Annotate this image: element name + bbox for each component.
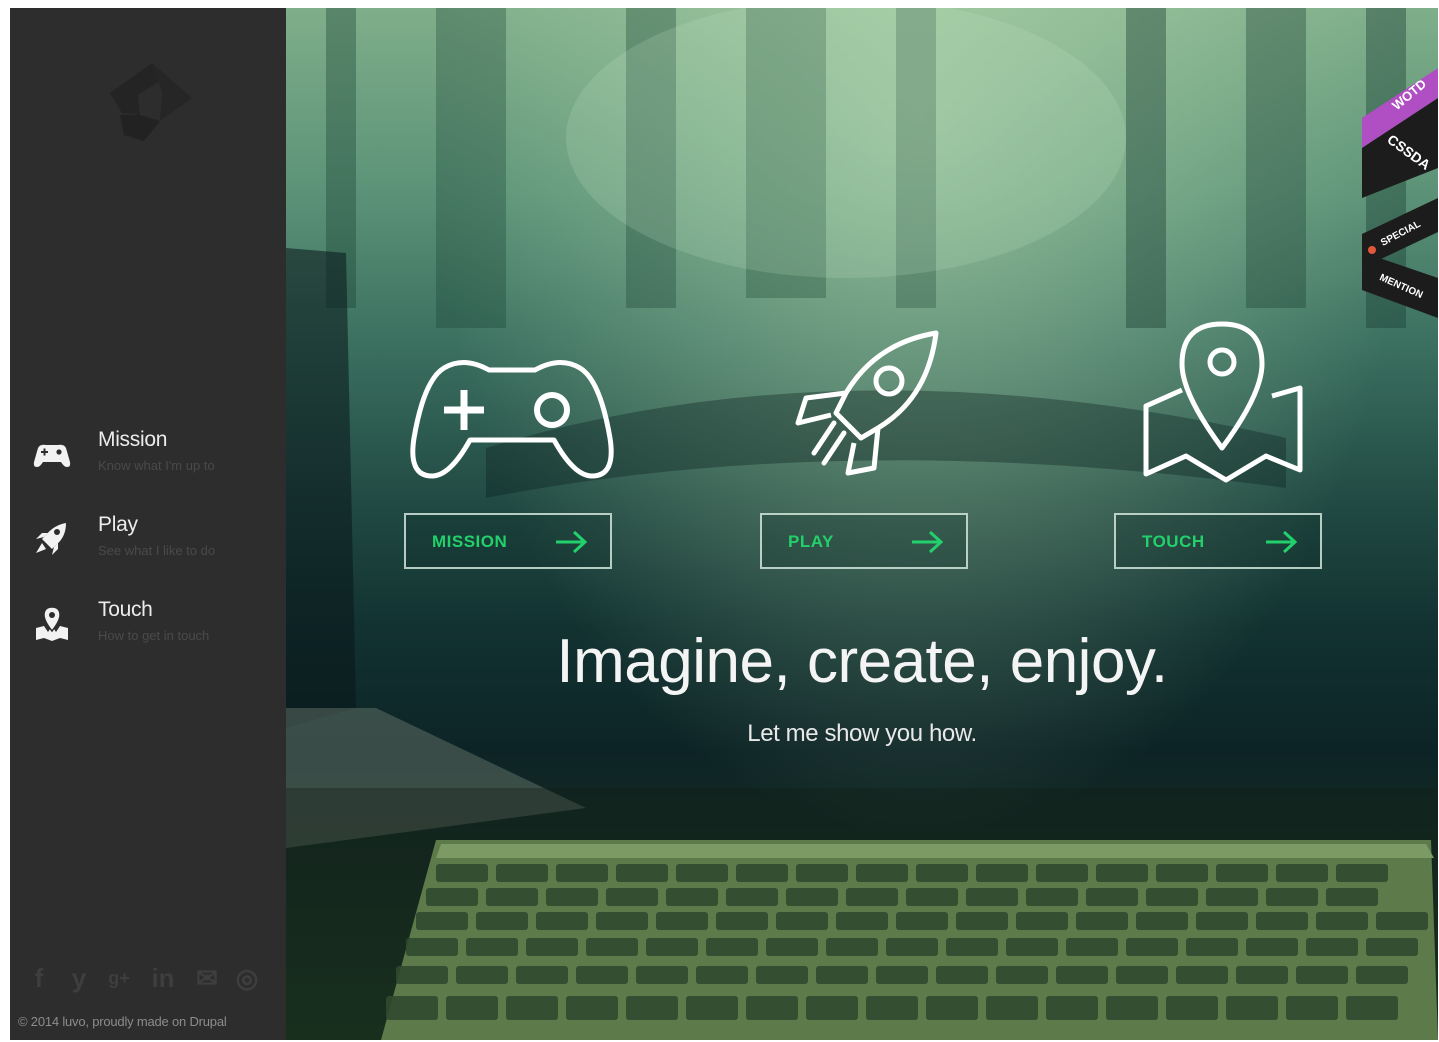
sidebar-item-touch[interactable]: Touch How to get in touch — [32, 598, 282, 654]
arrow-right-icon — [556, 530, 588, 554]
hero: MISSION PLAY TOUCH Imagine, create, enjo… — [286, 8, 1438, 1040]
google-plus-icon[interactable]: g+ — [106, 963, 132, 993]
twitter-icon[interactable]: y — [66, 963, 92, 993]
gamepad-icon — [33, 444, 71, 467]
sidebar-item-play[interactable]: Play See what I like to do — [32, 513, 282, 569]
page-subtitle: Let me show you how. — [747, 720, 977, 747]
logo[interactable] — [100, 53, 200, 143]
linkedin-icon[interactable]: in — [146, 963, 180, 993]
gamepad-icon — [410, 360, 614, 479]
play-button[interactable]: PLAY — [760, 513, 968, 569]
rocket-icon — [795, 330, 939, 476]
sidebar-item-label: Mission — [98, 428, 168, 451]
map-pin-icon — [1143, 321, 1303, 483]
rocket-icon — [36, 523, 66, 555]
arrow-right-icon — [912, 530, 944, 554]
sidebar-item-label: Touch — [98, 598, 153, 621]
sidebar-item-subtitle: See what I like to do — [98, 543, 216, 558]
facebook-icon[interactable]: f — [26, 963, 52, 993]
sidebar: Mission Know what I'm up to Play See wha… — [10, 8, 286, 1040]
touch-button[interactable]: TOUCH — [1114, 513, 1322, 569]
social-links: f y g+ in ✉ ◎ — [26, 963, 260, 997]
page: Mission Know what I'm up to Play See wha… — [10, 8, 1438, 1040]
dribbble-icon[interactable]: ◎ — [234, 963, 260, 993]
sidebar-item-subtitle: How to get in touch — [98, 628, 210, 643]
copyright-text: © 2014 luvo, proudly made on Drupal — [18, 1014, 227, 1029]
award-ribbon-cssda[interactable]: WOTD CSSDA — [1362, 68, 1438, 198]
award-ribbon-special-mention[interactable]: SPECIAL MENTION — [1362, 198, 1438, 318]
email-icon[interactable]: ✉ — [194, 963, 220, 993]
mission-button[interactable]: MISSION — [404, 513, 612, 569]
arrow-right-icon — [1266, 530, 1298, 554]
touch-button-label: TOUCH — [1142, 532, 1205, 551]
map-pin-icon — [36, 606, 68, 641]
sidebar-item-mission[interactable]: Mission Know what I'm up to — [32, 428, 282, 484]
page-title: Imagine, create, enjoy. — [556, 627, 1168, 696]
mission-button-label: MISSION — [432, 532, 508, 551]
sidebar-item-label: Play — [98, 513, 138, 536]
sidebar-item-subtitle: Know what I'm up to — [98, 458, 215, 473]
play-button-label: PLAY — [788, 532, 834, 551]
